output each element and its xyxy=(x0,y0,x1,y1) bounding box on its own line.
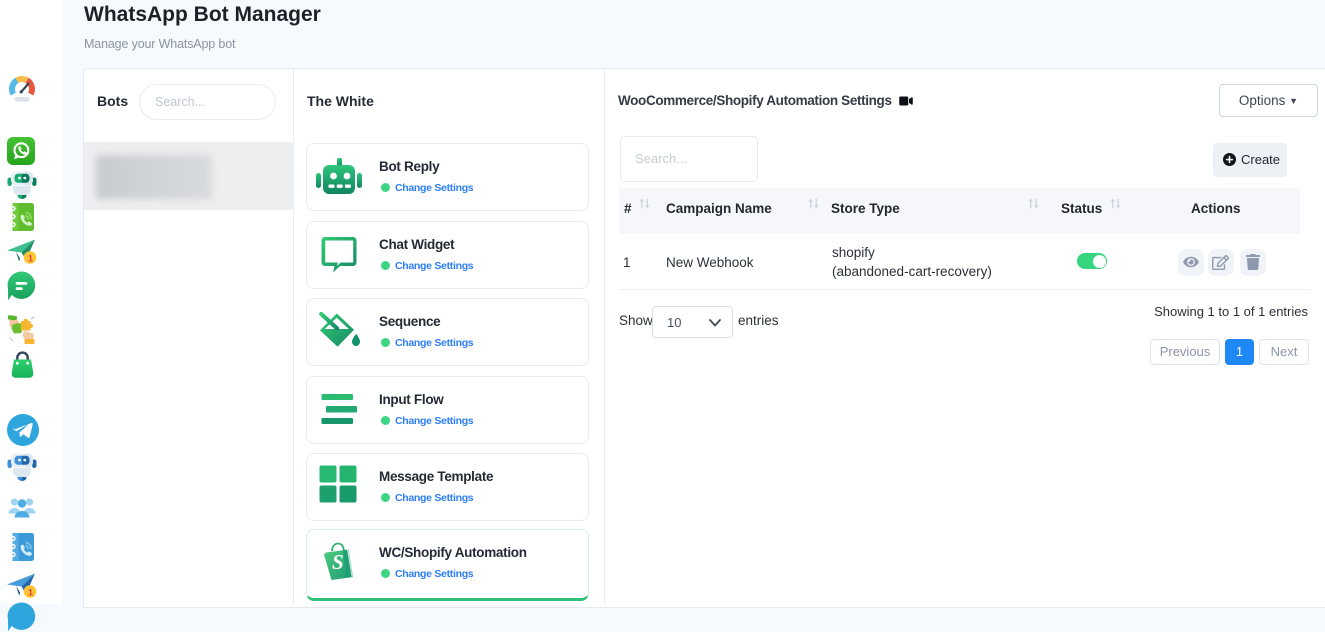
svg-text:S: S xyxy=(332,550,344,574)
svg-text:1: 1 xyxy=(28,588,33,598)
svg-text:1: 1 xyxy=(28,254,33,264)
